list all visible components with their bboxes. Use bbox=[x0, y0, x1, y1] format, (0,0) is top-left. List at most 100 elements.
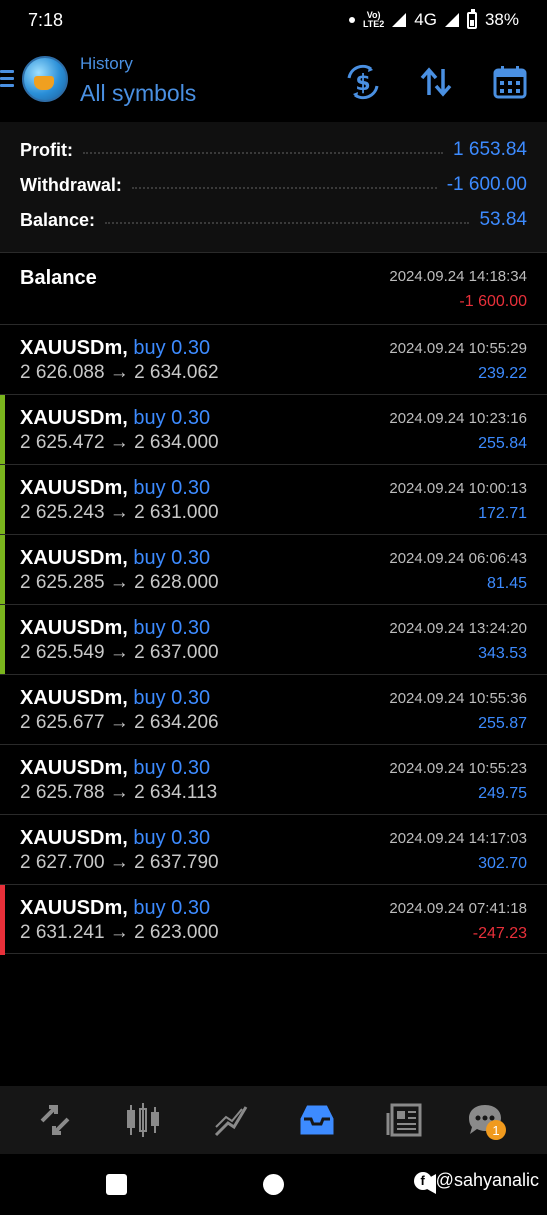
trade-prices: 2 625.677 → 2 634.206 bbox=[20, 712, 219, 733]
volte-icon: Vo) LTE2 bbox=[362, 10, 385, 29]
status-time: 7:18 bbox=[28, 10, 64, 30]
trade-indicator bbox=[0, 535, 5, 605]
trade-row[interactable]: XAUUSDm, buy 0.30 2 627.700 → 2 637.790 … bbox=[0, 814, 547, 884]
trade-profit: 255.84 bbox=[478, 435, 527, 452]
profit-value: 1 653.84 bbox=[453, 139, 527, 160]
metatrader-logo[interactable] bbox=[22, 56, 68, 102]
chat-icon[interactable]: 1 bbox=[460, 1096, 510, 1144]
status-bar: 7:18 Vo) LTE2 4G 38% bbox=[0, 0, 547, 42]
trade-type: buy 0.30 bbox=[133, 617, 211, 639]
battery-percent: 38% bbox=[484, 10, 519, 29]
trade-symbol: XAUUSDm, bbox=[20, 477, 128, 499]
trade-time: 2024.09.24 10:55:29 bbox=[389, 340, 527, 357]
trade-row[interactable]: XAUUSDm, buy 0.30 2 625.285 → 2 628.000 … bbox=[0, 534, 547, 605]
trade-type: buy 0.30 bbox=[133, 897, 211, 919]
trade-time: 2024.09.24 07:41:18 bbox=[389, 900, 527, 917]
trade-prices: 2 627.700 → 2 637.790 bbox=[20, 852, 219, 873]
trade-row[interactable]: XAUUSDm, buy 0.30 2 625.788 → 2 634.113 … bbox=[0, 744, 547, 814]
profit-label: Profit: bbox=[20, 139, 73, 160]
trade-type: buy 0.30 bbox=[133, 407, 211, 429]
trade-symbol: XAUUSDm, bbox=[20, 897, 128, 919]
withdrawal-label: Withdrawal: bbox=[20, 174, 122, 195]
trade-prices: 2 626.088 → 2 634.062 bbox=[20, 362, 219, 383]
news-icon[interactable] bbox=[380, 1096, 430, 1144]
chart-candles-icon[interactable] bbox=[118, 1096, 168, 1144]
trade-prices: 2 631.241 → 2 623.000 bbox=[20, 922, 219, 943]
trade-time: 2024.09.24 10:55:36 bbox=[389, 690, 527, 707]
trade-row[interactable]: XAUUSDm, buy 0.30 2 625.472 → 2 634.000 … bbox=[0, 394, 547, 465]
trade-prices: 2 625.285 → 2 628.000 bbox=[20, 572, 219, 593]
trade-time: 2024.09.24 06:06:43 bbox=[389, 550, 527, 567]
trade-indicator bbox=[0, 745, 5, 815]
withdrawal-value: -1 600.00 bbox=[446, 174, 527, 195]
trade-indicator bbox=[0, 675, 5, 745]
trade-prices: 2 625.788 → 2 634.113 bbox=[20, 782, 218, 803]
app-header: History All symbols $ bbox=[0, 42, 547, 120]
quotes-icon[interactable] bbox=[30, 1096, 80, 1144]
history-summary: Profit: 1 653.84 Withdrawal: -1 600.00 B… bbox=[0, 122, 547, 252]
trade-symbol: XAUUSDm, bbox=[20, 827, 128, 849]
trade-symbol: XAUUSDm, bbox=[20, 407, 128, 429]
trade-prices: 2 625.243 → 2 631.000 bbox=[20, 502, 219, 523]
history-inbox-icon[interactable] bbox=[292, 1096, 342, 1144]
withdrawal-row: Withdrawal: -1 600.00 bbox=[20, 170, 527, 200]
trade-indicator bbox=[0, 465, 5, 535]
trade-symbol: XAUUSDm, bbox=[20, 757, 128, 779]
trade-symbol: XAUUSDm, bbox=[20, 547, 128, 569]
balance-entry-amount: -1 600.00 bbox=[459, 293, 527, 310]
system-nav-bar: f @sahyanalic bbox=[0, 1154, 547, 1215]
trade-indicator bbox=[0, 395, 5, 465]
bottom-nav: 1 bbox=[0, 1086, 547, 1154]
trade-row[interactable]: XAUUSDm, buy 0.30 2 625.549 → 2 637.000 … bbox=[0, 604, 547, 675]
menu-icon[interactable] bbox=[0, 70, 14, 88]
dotted-leader bbox=[105, 222, 470, 224]
watermark-text: @sahyanalic bbox=[435, 1170, 539, 1190]
dotted-leader bbox=[83, 152, 444, 154]
chat-badge: 1 bbox=[486, 1120, 506, 1140]
trade-time: 2024.09.24 14:17:03 bbox=[389, 830, 527, 847]
trade-profit: 172.71 bbox=[478, 505, 527, 522]
trade-symbol: XAUUSDm, bbox=[20, 617, 128, 639]
trade-time: 2024.09.24 10:55:23 bbox=[389, 760, 527, 777]
trade-profit: 239.22 bbox=[478, 365, 527, 382]
watermark: f @sahyanalic bbox=[413, 1170, 539, 1191]
balance-value: 53.84 bbox=[479, 209, 527, 230]
balance-entry[interactable]: Balance 2024.09.24 14:18:34 -1 600.00 bbox=[0, 252, 547, 324]
facebook-icon: f bbox=[413, 1171, 432, 1190]
trade-symbol: XAUUSDm, bbox=[20, 687, 128, 709]
trade-profit: 343.53 bbox=[478, 645, 527, 662]
profit-row: Profit: 1 653.84 bbox=[20, 135, 527, 165]
trade-icon[interactable] bbox=[206, 1096, 256, 1144]
trade-profit: 255.87 bbox=[478, 715, 527, 732]
dotted-leader bbox=[131, 187, 437, 189]
header-subtitle: History bbox=[80, 54, 133, 73]
sort-icon[interactable] bbox=[416, 62, 456, 102]
trade-type: buy 0.30 bbox=[133, 547, 211, 569]
signal-icon-2 bbox=[444, 13, 459, 27]
trade-profit: -247.23 bbox=[472, 925, 527, 942]
trade-row[interactable]: XAUUSDm, buy 0.30 2 631.241 → 2 623.000 … bbox=[0, 884, 547, 955]
trade-time: 2024.09.24 10:00:13 bbox=[389, 480, 527, 497]
balance-entry-time: 2024.09.24 14:18:34 bbox=[389, 268, 527, 285]
trade-row[interactable]: XAUUSDm, buy 0.30 2 625.243 → 2 631.000 … bbox=[0, 464, 547, 535]
trade-indicator bbox=[0, 815, 5, 885]
trade-type: buy 0.30 bbox=[133, 757, 211, 779]
home-button[interactable] bbox=[263, 1174, 284, 1195]
calendar-icon[interactable] bbox=[490, 62, 530, 102]
trade-indicator bbox=[0, 885, 5, 955]
trade-symbol: XAUUSDm, bbox=[20, 337, 128, 359]
status-icons: Vo) LTE2 4G 38% bbox=[348, 8, 519, 30]
balance-entry-title: Balance bbox=[20, 267, 97, 289]
trade-time: 2024.09.24 13:24:20 bbox=[389, 620, 527, 637]
history-list: Balance 2024.09.24 14:18:34 -1 600.00 XA… bbox=[0, 252, 547, 955]
currency-exchange-icon[interactable]: $ bbox=[343, 62, 383, 102]
trade-type: buy 0.30 bbox=[133, 477, 211, 499]
trade-time: 2024.09.24 10:23:16 bbox=[389, 410, 527, 427]
network-type: 4G bbox=[414, 10, 437, 29]
recents-button[interactable] bbox=[106, 1174, 127, 1195]
trade-row[interactable]: XAUUSDm, buy 0.30 2 626.088 → 2 634.062 … bbox=[0, 324, 547, 394]
trade-indicator bbox=[0, 325, 5, 395]
header-title[interactable]: All symbols bbox=[80, 80, 196, 107]
trade-profit: 302.70 bbox=[478, 855, 527, 872]
trade-row[interactable]: XAUUSDm, buy 0.30 2 625.677 → 2 634.206 … bbox=[0, 674, 547, 744]
